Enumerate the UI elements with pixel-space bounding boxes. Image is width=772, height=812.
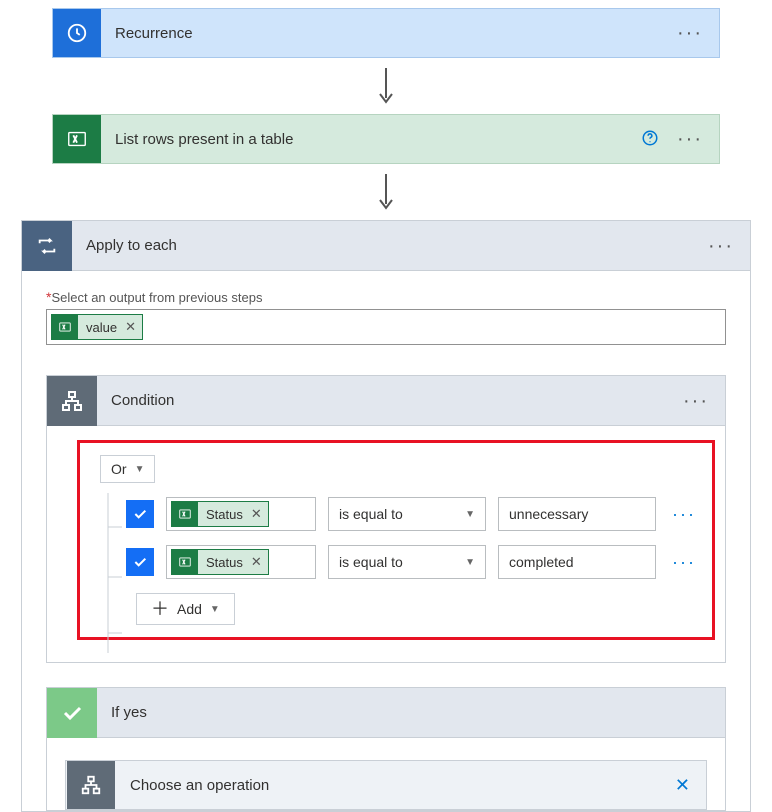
apply-more-icon[interactable]: ··· bbox=[708, 236, 734, 256]
chevron-down-icon: ▼ bbox=[210, 604, 220, 615]
apply-title: Apply to each bbox=[72, 237, 708, 254]
value-chip[interactable]: value ✕ bbox=[51, 314, 143, 340]
apply-to-each-container: Apply to each ··· *Select an output from… bbox=[21, 220, 751, 812]
select-output-label: *Select an output from previous steps bbox=[46, 289, 726, 305]
condition-rules-highlight: Or ▼ bbox=[77, 440, 715, 640]
select-output-input[interactable]: value ✕ bbox=[46, 309, 726, 345]
logic-operator-label: Or bbox=[111, 461, 127, 477]
apply-to-each-header[interactable]: Apply to each ··· bbox=[22, 221, 750, 271]
excel-icon bbox=[172, 502, 198, 526]
excel-icon bbox=[172, 550, 198, 574]
operation-icon bbox=[67, 761, 115, 809]
status-chip[interactable]: Status ✕ bbox=[171, 501, 269, 527]
row-more-icon[interactable]: ··· bbox=[668, 504, 696, 525]
condition-title: Condition bbox=[97, 392, 683, 409]
plus-icon: ＋ bbox=[151, 600, 169, 618]
arrow-down-icon bbox=[0, 172, 772, 212]
excel-icon bbox=[53, 115, 101, 163]
chip-label: Status bbox=[198, 555, 251, 570]
excel-list-rows-card[interactable]: List rows present in a table ··· bbox=[52, 114, 720, 164]
excel-icon bbox=[52, 315, 78, 339]
recurrence-card[interactable]: Recurrence ··· bbox=[52, 8, 720, 58]
excel-title: List rows present in a table bbox=[101, 131, 641, 148]
logic-operator-dropdown[interactable]: Or ▼ bbox=[100, 455, 155, 483]
value-input[interactable]: unnecessary bbox=[498, 497, 656, 531]
field-input[interactable]: Status ✕ bbox=[166, 497, 316, 531]
status-chip[interactable]: Status ✕ bbox=[171, 549, 269, 575]
chip-remove-icon[interactable]: ✕ bbox=[125, 319, 142, 335]
condition-row: Status ✕ is equal to ▼ unnecessary bbox=[126, 497, 700, 531]
row-checkbox[interactable] bbox=[126, 500, 154, 528]
if-yes-header[interactable]: If yes bbox=[47, 688, 725, 738]
loop-icon bbox=[22, 221, 72, 271]
chip-remove-icon[interactable]: ✕ bbox=[251, 554, 268, 570]
add-label: Add bbox=[177, 601, 202, 617]
condition-more-icon[interactable]: ··· bbox=[683, 390, 709, 412]
value-text: unnecessary bbox=[509, 506, 588, 522]
excel-more-icon[interactable]: ··· bbox=[677, 129, 703, 149]
arrow-down-icon bbox=[0, 66, 772, 106]
value-input[interactable]: completed bbox=[498, 545, 656, 579]
chevron-down-icon: ▼ bbox=[135, 464, 145, 475]
chip-label: Status bbox=[198, 507, 251, 522]
if-yes-branch: If yes Choose an operation bbox=[46, 687, 726, 811]
chip-remove-icon[interactable]: ✕ bbox=[251, 506, 268, 522]
condition-row: Status ✕ is equal to ▼ completed bbox=[126, 545, 700, 579]
field-input[interactable]: Status ✕ bbox=[166, 545, 316, 579]
recurrence-title: Recurrence bbox=[101, 25, 677, 42]
add-condition-button[interactable]: ＋ Add ▼ bbox=[136, 593, 235, 625]
value-text: completed bbox=[509, 554, 574, 570]
operator-dropdown[interactable]: is equal to ▼ bbox=[328, 497, 486, 531]
if-yes-title: If yes bbox=[97, 704, 725, 721]
choose-operation-card[interactable]: Choose an operation ✕ bbox=[65, 760, 707, 810]
close-icon[interactable]: ✕ bbox=[675, 775, 706, 796]
operator-label: is equal to bbox=[339, 506, 403, 522]
row-more-icon[interactable]: ··· bbox=[668, 552, 696, 573]
check-icon bbox=[47, 688, 97, 738]
recurrence-more-icon[interactable]: ··· bbox=[677, 23, 703, 43]
row-checkbox[interactable] bbox=[126, 548, 154, 576]
chevron-down-icon: ▼ bbox=[465, 557, 475, 568]
chip-label: value bbox=[78, 320, 125, 335]
operator-dropdown[interactable]: is equal to ▼ bbox=[328, 545, 486, 579]
operator-label: is equal to bbox=[339, 554, 403, 570]
clock-icon bbox=[53, 9, 101, 57]
chevron-down-icon: ▼ bbox=[465, 509, 475, 520]
condition-card: Condition ··· Or ▼ bbox=[46, 375, 726, 663]
choose-operation-title: Choose an operation bbox=[116, 777, 675, 794]
condition-icon bbox=[47, 376, 97, 426]
condition-header[interactable]: Condition ··· bbox=[47, 376, 725, 426]
help-icon[interactable] bbox=[641, 129, 659, 150]
